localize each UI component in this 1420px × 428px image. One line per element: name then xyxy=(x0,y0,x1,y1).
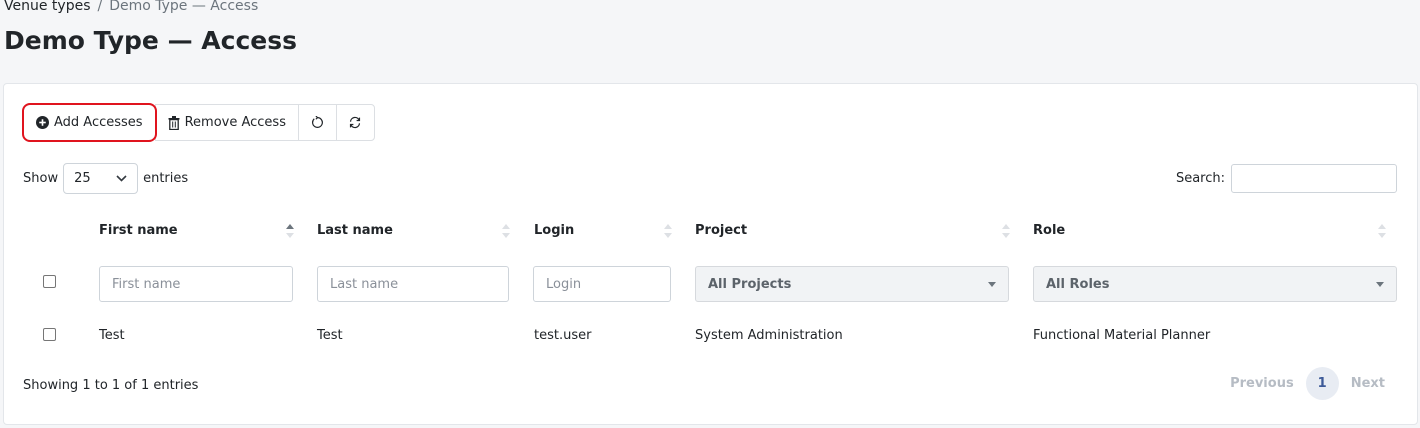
last-name-filter-input[interactable] xyxy=(317,266,509,302)
sort-icon[interactable] xyxy=(663,222,673,240)
remove-access-button[interactable]: Remove Access xyxy=(154,104,299,141)
role-filter-value: All Roles xyxy=(1046,276,1110,292)
breadcrumb-venue-types-link[interactable]: Venue types xyxy=(4,0,90,14)
first-name-filter-input[interactable] xyxy=(99,266,293,302)
caret-down-icon xyxy=(988,281,996,287)
caret-down-icon xyxy=(1376,281,1384,287)
refresh-button[interactable] xyxy=(335,104,375,141)
reset-button[interactable] xyxy=(297,104,337,141)
search-input[interactable] xyxy=(1231,164,1397,193)
sort-icon[interactable] xyxy=(1001,222,1011,240)
rotate-ccw-icon xyxy=(312,116,323,128)
chevron-down-icon xyxy=(116,175,127,182)
row-checkbox[interactable] xyxy=(43,328,56,341)
cell-last-name: Test xyxy=(317,328,343,343)
page-length-select[interactable]: 25 xyxy=(63,163,139,194)
previous-page-button[interactable]: Previous xyxy=(1218,376,1306,391)
page-title: Demo Type — Access xyxy=(4,26,297,55)
access-card: Add Accesses Remove Access Show 25 entri… xyxy=(3,83,1418,425)
role-filter-select[interactable]: All Roles xyxy=(1033,266,1397,302)
select-all-checkbox[interactable] xyxy=(43,275,56,288)
column-header-last-name[interactable]: Last name xyxy=(317,223,393,238)
entries-label: entries xyxy=(143,171,189,186)
breadcrumb: Venue types / Demo Type — Access xyxy=(4,0,258,14)
add-accesses-button[interactable]: Add Accesses xyxy=(22,103,157,142)
sort-icon[interactable] xyxy=(501,222,511,240)
search-label: Search: xyxy=(1175,171,1225,186)
column-header-first-name[interactable]: First name xyxy=(99,223,178,238)
column-header-project[interactable]: Project xyxy=(695,223,747,238)
sort-asc-icon[interactable] xyxy=(285,222,295,240)
toolbar: Add Accesses Remove Access xyxy=(22,103,375,142)
table-info: Showing 1 to 1 of 1 entries xyxy=(23,378,199,393)
page-length-control: Show 25 entries xyxy=(23,163,188,194)
login-filter-input[interactable] xyxy=(533,266,671,302)
trash-icon xyxy=(168,115,180,130)
sort-icon[interactable] xyxy=(1377,222,1387,240)
project-filter-value: All Projects xyxy=(708,276,792,292)
breadcrumb-current: Demo Type — Access xyxy=(109,0,259,14)
cell-project: System Administration xyxy=(695,328,843,343)
next-page-button[interactable]: Next xyxy=(1339,376,1397,391)
cell-role: Functional Material Planner xyxy=(1033,328,1211,343)
plus-circle-icon xyxy=(36,116,49,129)
column-header-role[interactable]: Role xyxy=(1033,223,1065,238)
search-control: Search: xyxy=(1176,164,1397,193)
cell-first-name: Test xyxy=(99,328,125,343)
refresh-icon xyxy=(350,116,361,129)
remove-access-label: Remove Access xyxy=(184,115,286,130)
breadcrumb-separator: / xyxy=(97,0,103,14)
project-filter-select[interactable]: All Projects xyxy=(695,266,1009,302)
page-1-button[interactable]: 1 xyxy=(1305,367,1339,400)
add-accesses-label: Add Accesses xyxy=(54,115,143,130)
pagination: Previous 1 Next xyxy=(1218,367,1397,400)
cell-login: test.user xyxy=(534,328,592,343)
column-header-login[interactable]: Login xyxy=(534,223,574,238)
page-length-value: 25 xyxy=(74,171,91,186)
show-label: Show xyxy=(23,171,59,186)
